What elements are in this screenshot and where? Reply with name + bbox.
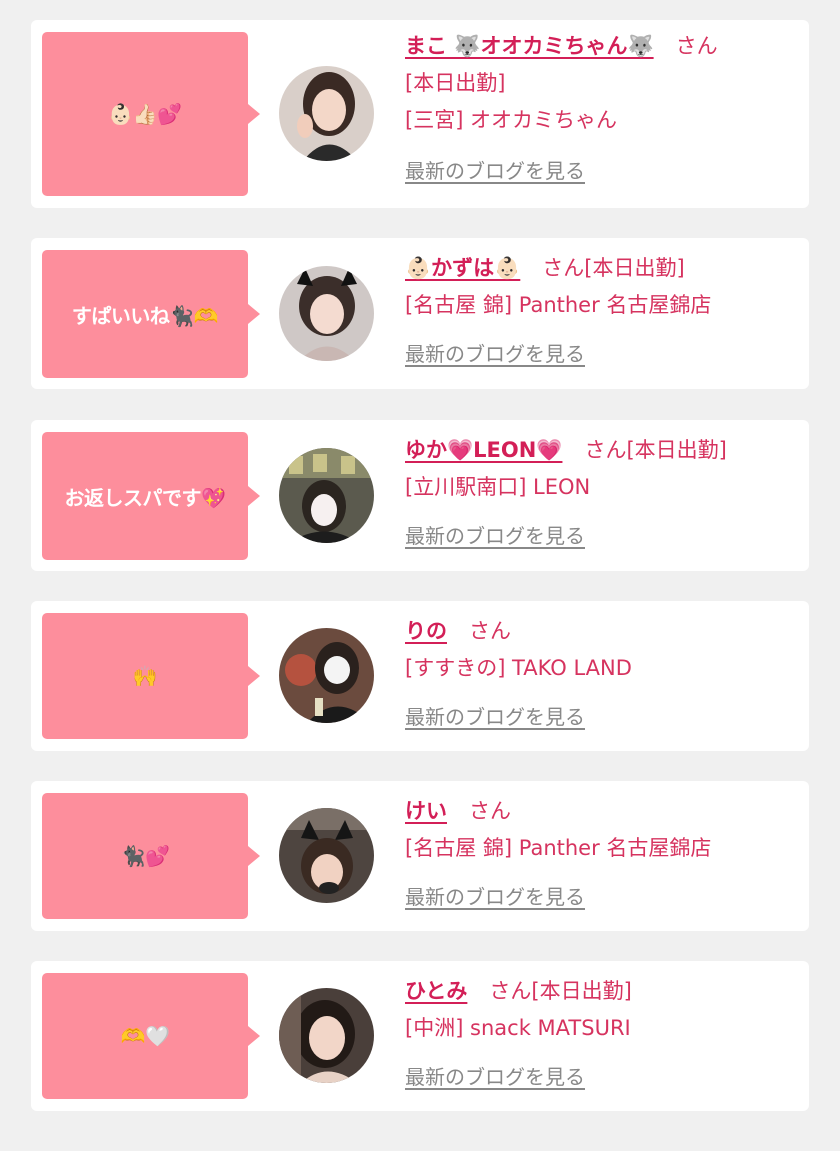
- honorific: さん: [489, 979, 532, 1003]
- reply-card: 👶🏻👍🏻💕 まこ 🐺オオカミちゃん🐺 さん [本日出勤] [三宮] オオカミちゃん…: [31, 20, 809, 208]
- avatar[interactable]: [279, 266, 374, 361]
- comment-text: 🙌: [132, 664, 158, 688]
- blog-link[interactable]: 最新のブログを見る: [405, 342, 585, 366]
- name-link[interactable]: ゆか💗LEON💗: [405, 438, 562, 462]
- entry-info: けい さん [名古屋 錦] Panther 名古屋錦店 最新のブログを見る: [405, 793, 801, 916]
- attendance-status: [本日出勤]: [531, 979, 632, 1003]
- reply-card: すぱいいね🐈‍⬛🫶 👶🏻かずは👶🏻 さん[本日出勤] [名古屋 錦] Panthe…: [31, 238, 809, 389]
- comment-bubble: 🙌: [42, 613, 260, 739]
- name-link[interactable]: まこ 🐺オオカミちゃん🐺: [405, 34, 654, 58]
- shop-label: [立川駅南口] LEON: [405, 475, 591, 499]
- comment-bubble: 🐈‍⬛💕: [42, 793, 260, 919]
- avatar[interactable]: [279, 808, 374, 903]
- comment-bubble: すぱいいね🐈‍⬛🫶: [42, 250, 260, 378]
- name-link[interactable]: ひとみ: [405, 979, 467, 1003]
- comment-text: 🫶🤍: [120, 1024, 170, 1048]
- attendance-status: [本日出勤]: [405, 71, 506, 95]
- avatar[interactable]: [279, 628, 374, 723]
- name-link[interactable]: けい: [405, 799, 447, 823]
- honorific: さん: [584, 438, 627, 462]
- honorific: さん: [469, 619, 511, 643]
- entry-info: ゆか💗LEON💗 さん[本日出勤] [立川駅南口] LEON 最新のブログを見る: [405, 432, 801, 555]
- shop-label: [名古屋 錦] Panther 名古屋錦店: [405, 836, 712, 860]
- blog-link[interactable]: 最新のブログを見る: [405, 1065, 585, 1089]
- comment-text: 👶🏻👍🏻💕: [108, 102, 182, 126]
- avatar[interactable]: [279, 66, 374, 161]
- honorific: さん: [675, 34, 718, 58]
- comment-bubble: 🫶🤍: [42, 973, 260, 1099]
- entry-info: 👶🏻かずは👶🏻 さん[本日出勤] [名古屋 錦] Panther 名古屋錦店 最新…: [405, 250, 801, 373]
- entry-info: ひとみ さん[本日出勤] [中洲] snack MATSURI 最新のブログを見る: [405, 973, 801, 1096]
- shop-label: [すすきの] TAKO LAND: [405, 656, 632, 680]
- name-link[interactable]: 👶🏻かずは👶🏻: [405, 256, 520, 280]
- avatar[interactable]: [279, 448, 374, 543]
- entry-info: りの さん [すすきの] TAKO LAND 最新のブログを見る: [405, 613, 801, 736]
- shop-label: [三宮] オオカミちゃん: [405, 108, 618, 132]
- reply-card: 🙌 りの さん [すすきの] TAKO LAND 最新のブログを見る: [31, 601, 809, 751]
- honorific: さん: [542, 256, 585, 280]
- avatar[interactable]: [279, 988, 374, 1083]
- blog-link[interactable]: 最新のブログを見る: [405, 705, 585, 729]
- comment-text: すぱいいね🐈‍⬛🫶: [71, 303, 219, 328]
- comment-bubble: 👶🏻👍🏻💕: [42, 32, 260, 196]
- shop-label: [中洲] snack MATSURI: [405, 1016, 631, 1040]
- comment-bubble: お返しスパです💖: [42, 432, 260, 560]
- blog-link[interactable]: 最新のブログを見る: [405, 159, 585, 183]
- blog-link[interactable]: 最新のブログを見る: [405, 524, 585, 548]
- honorific: さん: [469, 799, 511, 823]
- entry-info: まこ 🐺オオカミちゃん🐺 さん [本日出勤] [三宮] オオカミちゃん 最新のブロ…: [405, 28, 801, 190]
- reply-card: 🐈‍⬛💕 けい さん [名古屋 錦] Panther 名古屋錦店 最新のブログを見…: [31, 781, 809, 931]
- reply-card: お返しスパです💖 ゆか💗LEON💗 さん[本日出勤] [立川駅南口] LEON 最…: [31, 420, 809, 571]
- name-link[interactable]: りの: [405, 619, 447, 643]
- reply-card: 🫶🤍 ひとみ さん[本日出勤] [中洲] snack MATSURI 最新のブログ…: [31, 961, 809, 1111]
- comment-text: 🐈‍⬛💕: [120, 844, 170, 868]
- attendance-status: [本日出勤]: [584, 256, 685, 280]
- blog-link[interactable]: 最新のブログを見る: [405, 885, 585, 909]
- comment-text: お返しスパです💖: [64, 485, 226, 510]
- attendance-status: [本日出勤]: [626, 438, 727, 462]
- shop-label: [名古屋 錦] Panther 名古屋錦店: [405, 293, 712, 317]
